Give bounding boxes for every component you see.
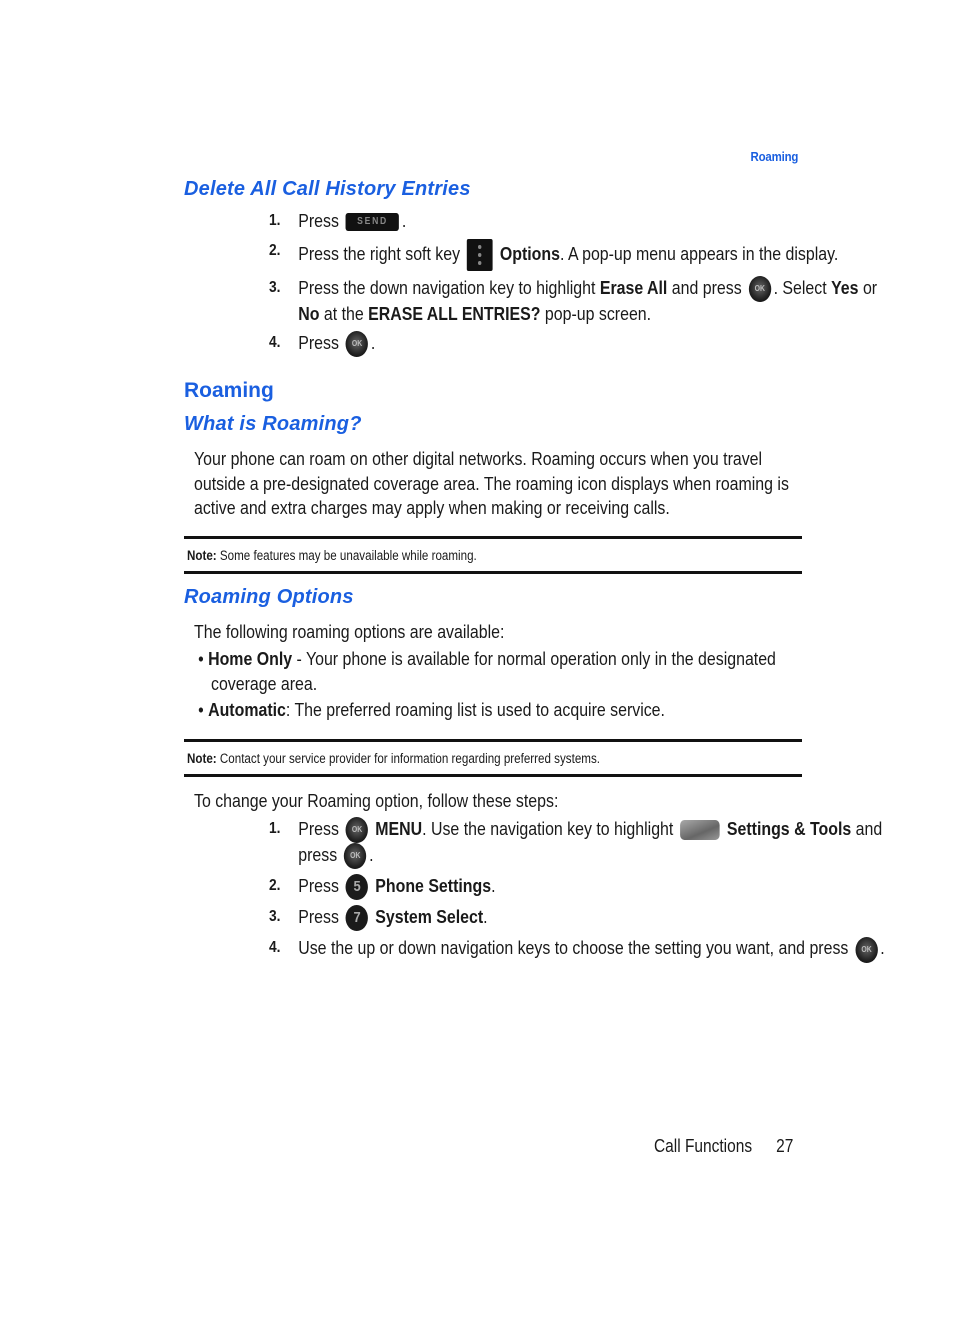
roaming-description: Your phone can roam on other digital net…	[194, 447, 894, 521]
step-text: .	[880, 937, 885, 959]
step-number: 2.	[269, 241, 281, 259]
step-text: at the	[323, 302, 364, 324]
step-text: Press	[298, 818, 339, 839]
option-name: Automatic	[208, 699, 286, 720]
step-text: .	[401, 210, 407, 231]
section-title-roaming: Roaming	[184, 379, 274, 402]
step-text: . Use the navigation key to highlight	[422, 818, 674, 839]
roaming-steps-list: 1. Press OK MENU. Use the navigation key…	[234, 817, 894, 968]
options-label: Options	[499, 242, 560, 264]
option-description: - Your phone is available for normal ope…	[211, 648, 776, 694]
step-text: . Select	[773, 276, 827, 298]
step-number: 4.	[269, 334, 281, 352]
settings-tools-icon	[680, 820, 720, 841]
send-key-icon: SEND	[345, 213, 400, 232]
step-number: 1.	[269, 212, 281, 229]
step-text: and press	[671, 276, 742, 298]
roaming-options-intro: The following roaming options are availa…	[194, 620, 894, 645]
note-text: Contact your service provider for inform…	[219, 751, 600, 766]
option-home-only: • Home Only - Your phone is available fo…	[198, 648, 776, 694]
step-text: Press	[298, 332, 339, 354]
note-roaming-features: Note: Some features may be unavailable w…	[184, 536, 802, 574]
ok-key-icon: OK	[748, 275, 772, 302]
step-3: 3. Press 7 System Select.	[234, 905, 894, 932]
step-1: 1. Press SEND.	[234, 209, 894, 234]
step-number: 1.	[269, 820, 281, 837]
phone-settings-label: Phone Settings	[375, 875, 492, 897]
note-text: Some features may be unavailable while r…	[219, 548, 477, 563]
step-text: . A pop-up menu appears in the display.	[559, 242, 839, 264]
erase-all-entries-label: ERASE ALL ENTRIES?	[368, 302, 541, 324]
option-name: Home Only	[208, 648, 293, 669]
step-text: Press	[298, 875, 339, 897]
roaming-options-list: • Home Only - Your phone is available fo…	[196, 647, 896, 725]
step-number: 2.	[269, 877, 281, 895]
step-3: 3. Press the down navigation key to high…	[234, 275, 894, 327]
step-number: 4.	[269, 939, 281, 957]
step-text: Press	[298, 906, 339, 928]
footer-section-name: Call Functions	[654, 1136, 753, 1156]
option-automatic: • Automatic: The preferred roaming list …	[198, 699, 665, 720]
step-1: 1. Press OK MENU. Use the navigation key…	[234, 817, 894, 870]
menu-label: MENU	[375, 818, 423, 839]
subsection-title-roaming-options: Roaming Options	[184, 586, 354, 608]
paragraph-text: Your phone can roam on other digital net…	[194, 448, 789, 518]
key-5-icon: 5	[345, 874, 369, 901]
step-number: 3.	[269, 278, 281, 296]
step-2: 2. Press 5 Phone Settings.	[234, 874, 894, 901]
paragraph-text: The following roaming options are availa…	[194, 621, 505, 642]
running-head: Roaming	[750, 149, 798, 164]
yes-label: Yes	[831, 276, 859, 298]
change-roaming-intro: To change your Roaming option, follow th…	[194, 789, 894, 814]
step-2: 2. Press the right soft key Options. A p…	[234, 238, 894, 271]
step-4: 4. Use the up or down navigation keys to…	[234, 936, 894, 963]
step-text: Press the right soft key	[298, 242, 461, 264]
ok-key-icon: OK	[345, 331, 369, 358]
subsection-title-what-is-roaming: What is Roaming?	[184, 413, 362, 435]
step-text: Press	[298, 210, 339, 231]
step-text: Use the up or down navigation keys to ch…	[298, 937, 849, 959]
ok-key-icon: OK	[855, 936, 878, 963]
step-text: pop-up screen.	[544, 302, 652, 324]
step-text: or	[862, 276, 878, 298]
erase-all-label: Erase All	[599, 276, 668, 298]
note-preferred-systems: Note: Contact your service provider for …	[184, 739, 802, 777]
step-text: Press the down navigation key to highlig…	[298, 276, 596, 298]
step-text: .	[369, 844, 374, 866]
no-label: No	[298, 302, 320, 324]
page-footer: Call Functions 27	[654, 1136, 793, 1157]
settings-tools-label: Settings & Tools	[726, 818, 852, 839]
step-4: 4. Press OK.	[234, 331, 894, 358]
step-text: .	[483, 906, 488, 928]
step-number: 3.	[269, 908, 281, 926]
manual-page: Roaming Delete All Call History Entries …	[0, 0, 954, 1319]
paragraph-text: To change your Roaming option, follow th…	[194, 790, 559, 811]
delete-steps-list: 1. Press SEND. 2. Press the right soft k…	[234, 209, 894, 362]
step-text: .	[370, 332, 376, 354]
key-7-icon: 7	[345, 905, 369, 932]
option-description: : The preferred roaming list is used to …	[285, 699, 665, 720]
page-number: 27	[776, 1136, 794, 1156]
note-label: Note:	[187, 751, 217, 766]
right-soft-key-icon	[467, 238, 493, 271]
ok-key-icon: OK	[344, 843, 367, 870]
system-select-label: System Select	[375, 906, 484, 928]
section-title-delete-call-history: Delete All Call History Entries	[184, 178, 471, 200]
step-text: .	[491, 875, 496, 897]
note-label: Note:	[187, 548, 217, 563]
ok-key-icon: OK	[345, 817, 369, 844]
